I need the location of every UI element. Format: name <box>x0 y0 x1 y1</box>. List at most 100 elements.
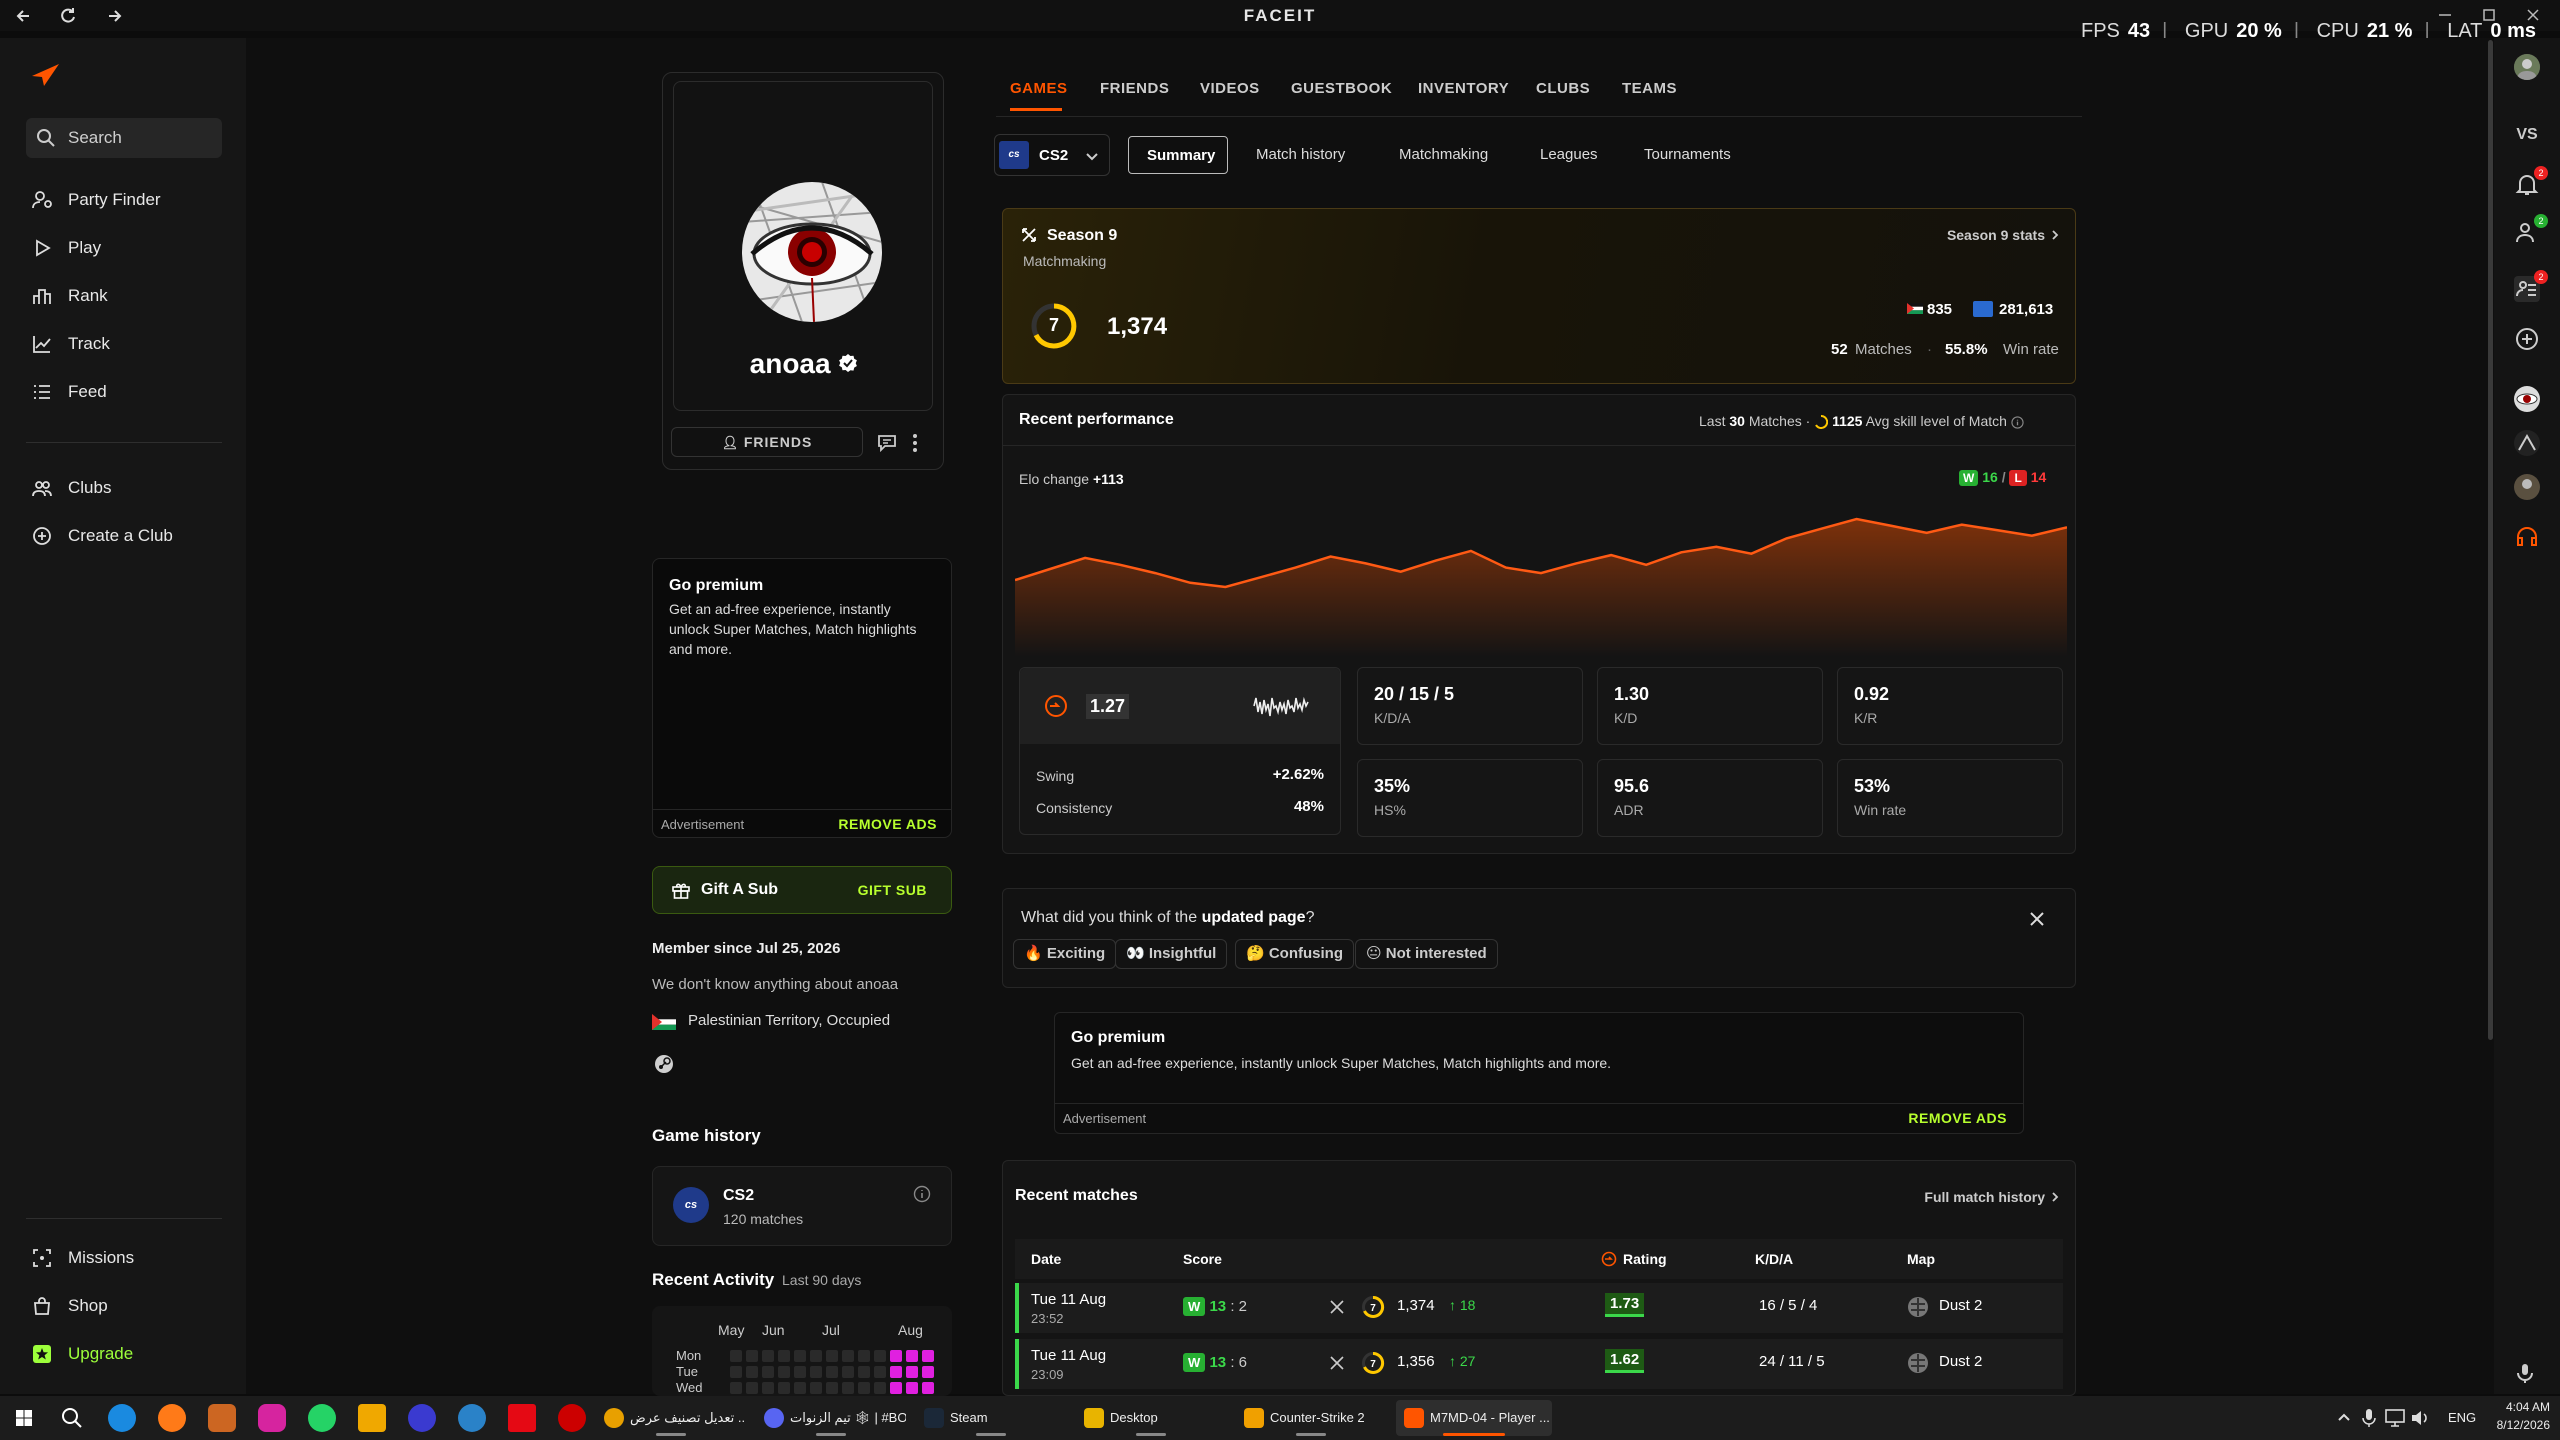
username: anoaa <box>674 348 934 380</box>
sidebar-item-feed[interactable]: Feed <box>26 374 226 410</box>
sidebar-item-shop[interactable]: Shop <box>26 1288 226 1324</box>
chat-icon[interactable] <box>877 433 897 453</box>
game-select-value: CS2 <box>1039 147 1069 164</box>
tab-clubs[interactable]: CLUBS <box>1536 80 1590 97</box>
clock-time[interactable]: 4:04 AM <box>2486 1400 2550 1414</box>
match-score: W 13 : 2 <box>1183 1297 1247 1316</box>
firefox-icon[interactable] <box>158 1404 186 1432</box>
matches-table-header: Date Score Rating K/D/A Map <box>1015 1239 2063 1279</box>
brave-icon[interactable] <box>208 1404 236 1432</box>
taskbar-app-cs2[interactable]: Counter-Strike 2 <box>1236 1400 1386 1436</box>
heatmap-cell <box>794 1350 806 1362</box>
full-match-history-link[interactable]: Full match history <box>1924 1189 2045 1205</box>
performance-summary: Last 30 Matches · 1125 Avg skill level o… <box>1699 413 2024 430</box>
support-headset-icon[interactable] <box>2514 524 2540 550</box>
netflix-icon[interactable] <box>508 1404 536 1432</box>
sidebar-item-rank[interactable]: Rank <box>26 278 226 314</box>
avatar <box>742 182 882 322</box>
add-circle-icon[interactable] <box>2514 326 2540 352</box>
tab-teams[interactable]: TEAMS <box>1622 80 1677 97</box>
info-icon[interactable] <box>913 1185 931 1203</box>
recent-performance-card: Recent performance Last 30 Matches · 112… <box>1002 394 2076 854</box>
game-history-card[interactable]: cs CS2 120 matches <box>652 1166 952 1246</box>
friends-icon[interactable]: 2 <box>2514 214 2548 246</box>
subtab-leagues[interactable]: Leagues <box>1540 146 1598 163</box>
notifications-icon[interactable]: 2 <box>2514 166 2548 198</box>
feedback-insightful[interactable]: 👀 Insightful <box>1115 939 1228 969</box>
taskbar-app-desktop[interactable]: Desktop <box>1076 1400 1226 1436</box>
clock-date[interactable]: 8/12/2026 <box>2486 1418 2550 1432</box>
heatmap-cell <box>890 1382 902 1394</box>
gift-sub-banner[interactable]: Gift A Sub GIFT SUB <box>652 866 952 914</box>
subtab-match-history[interactable]: Match history <box>1256 146 1345 163</box>
contact-avatar-icon[interactable] <box>2514 430 2540 456</box>
activity-heatmap: May Jun Jul Aug Mon Tue Wed <box>652 1306 952 1396</box>
taskbar-app-steam[interactable]: Steam <box>916 1400 1066 1436</box>
steam-icon[interactable] <box>654 1054 674 1074</box>
contact-avatar-icon[interactable] <box>2514 386 2540 412</box>
tab-games[interactable]: GAMES <box>1010 80 1068 97</box>
subtab-tournaments[interactable]: Tournaments <box>1644 146 1731 163</box>
windows-start-icon[interactable] <box>10 1404 38 1432</box>
scrollbar[interactable] <box>2488 40 2493 1040</box>
tab-inventory[interactable]: INVENTORY <box>1418 80 1509 97</box>
taskbar-app-chrome[interactable]: تعديل تصنيف عرض ... <box>596 1400 746 1436</box>
sidebar-item-clubs[interactable]: Clubs <box>26 470 226 506</box>
user-avatar-icon[interactable] <box>2514 54 2540 80</box>
feedback-confusing[interactable]: 🤔 Confusing <box>1235 939 1354 969</box>
volume-icon[interactable] <box>2410 1408 2430 1428</box>
party-icon[interactable]: 2 <box>2514 270 2548 302</box>
sidebar-item-upgrade[interactable]: Upgrade <box>26 1336 226 1372</box>
tray-chevron-up-icon[interactable] <box>2336 1410 2352 1426</box>
app-icon[interactable] <box>458 1404 486 1432</box>
taskbar-app-faceit[interactable]: M7MD-04 - Player ... <box>1396 1400 1552 1436</box>
taskbar-app-discord[interactable]: تيم الزنوات 🕸 | #BO... <box>756 1400 906 1436</box>
instagram-icon[interactable] <box>258 1404 286 1432</box>
sidebar-item-party-finder[interactable]: Party Finder <box>26 182 226 218</box>
language-indicator[interactable]: ENG <box>2448 1410 2476 1425</box>
stat-kda: 20 / 15 / 5 K/D/A <box>1357 667 1583 745</box>
country-flag-icon <box>1907 303 1923 314</box>
search-input[interactable]: Search <box>26 118 222 158</box>
remove-ads-button[interactable]: REMOVE ADS <box>838 816 937 832</box>
game-select[interactable]: cs CS2 <box>994 134 1110 176</box>
heatmap-cell <box>810 1350 822 1362</box>
contact-avatar-icon[interactable] <box>2514 474 2540 500</box>
tab-videos[interactable]: VIDEOS <box>1200 80 1260 97</box>
app-icon[interactable] <box>408 1404 436 1432</box>
app-icon[interactable] <box>358 1404 386 1432</box>
faceit-logo-icon[interactable] <box>30 62 60 88</box>
sidebar-item-play[interactable]: Play <box>26 230 226 266</box>
sidebar-item-missions[interactable]: Missions <box>26 1240 226 1276</box>
heatmap-cell <box>858 1382 870 1394</box>
subtab-matchmaking[interactable]: Matchmaking <box>1399 146 1488 163</box>
friends-button[interactable]: 👤︎ FRIENDS <box>671 427 863 457</box>
gift-sub-button[interactable]: GIFT SUB <box>858 882 927 898</box>
feedback-exciting[interactable]: 🔥 Exciting <box>1013 939 1117 969</box>
app-icon[interactable] <box>558 1404 586 1432</box>
country-rank: 835 <box>1927 301 1953 318</box>
rank-icon <box>32 286 52 306</box>
microphone-icon[interactable] <box>2362 1408 2376 1428</box>
subtab-summary[interactable]: Summary <box>1128 136 1228 174</box>
season-stats-link[interactable]: Season 9 stats <box>1947 227 2045 243</box>
feedback-not-interested[interactable]: 😐 Not interested <box>1355 939 1498 969</box>
sidebar-item-track[interactable]: Track <box>26 326 226 362</box>
network-icon[interactable] <box>2384 1408 2406 1428</box>
search-icon[interactable] <box>58 1404 86 1432</box>
table-row[interactable]: Tue 11 Aug 23:52 W 13 : 2 7 1,374 ↑ 18 1… <box>1015 1283 2063 1333</box>
whatsapp-icon[interactable] <box>308 1404 336 1432</box>
tab-friends[interactable]: FRIENDS <box>1100 80 1169 97</box>
edge-browser-icon[interactable] <box>108 1404 136 1432</box>
month-label: Aug <box>898 1322 923 1338</box>
sidebar-item-create-club[interactable]: Create a Club <box>26 518 226 554</box>
more-options-icon[interactable] <box>907 433 923 453</box>
advertisement-label: Advertisement <box>1063 1111 1147 1126</box>
microphone-icon[interactable] <box>2514 1362 2536 1384</box>
table-row[interactable]: Tue 11 Aug 23:09 W 13 : 6 7 1,356 ↑ 27 1… <box>1015 1339 2063 1389</box>
tab-guestbook[interactable]: GUESTBOOK <box>1291 80 1392 97</box>
cs2-game-icon: cs <box>673 1187 709 1223</box>
close-icon[interactable] <box>2029 911 2045 927</box>
versus-icon[interactable]: VS <box>2514 122 2540 148</box>
remove-ads-button[interactable]: REMOVE ADS <box>1908 1110 2007 1126</box>
